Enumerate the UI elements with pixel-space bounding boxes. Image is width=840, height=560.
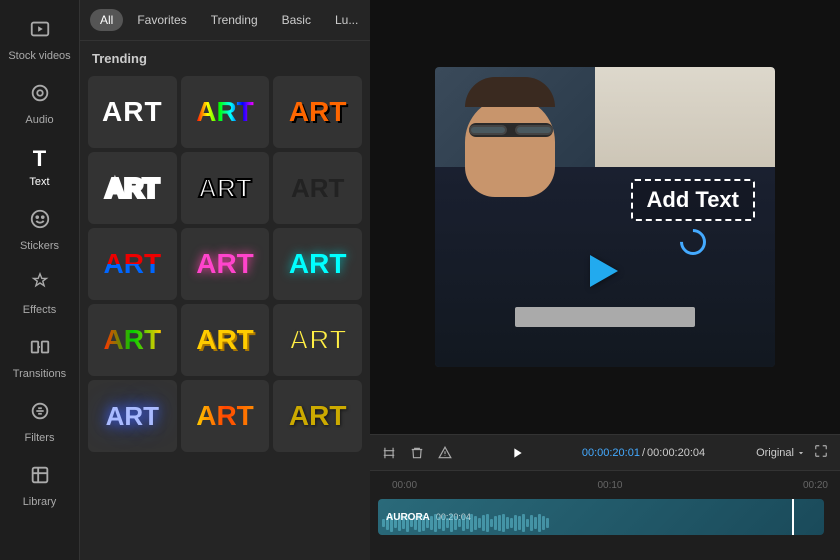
sidebar-item-filters[interactable]: Filters: [4, 390, 76, 454]
stickers-icon: [29, 208, 51, 236]
timeline-track: AURORA 00:20:04: [378, 499, 832, 535]
time-total: 00:00:20:04: [647, 447, 705, 459]
text-style-14[interactable]: ART: [181, 380, 270, 452]
text-style-11[interactable]: ART: [181, 304, 270, 376]
time-display: 00:00:20:01 / 00:00:20:04: [582, 447, 705, 459]
filters-icon: [29, 400, 51, 428]
video-preview: Add Text: [370, 0, 840, 434]
sidebar-item-library[interactable]: Library: [4, 454, 76, 518]
quality-button[interactable]: Original: [756, 447, 806, 459]
tab-favorites[interactable]: Favorites: [127, 9, 196, 31]
text-style-12[interactable]: ART: [273, 304, 362, 376]
waveform: [378, 513, 824, 533]
control-icons-left: [382, 446, 452, 460]
trim-icon[interactable]: [382, 446, 396, 460]
sidebar: Stock videos Audio T Text Stickers: [0, 0, 80, 560]
ruler-mark-1: 00:10: [537, 480, 682, 491]
main-content: All Favorites Trending Basic Lu... ▾ Tre…: [80, 0, 840, 560]
text-style-grid: ART ART ART ART ART ART: [80, 72, 370, 456]
sidebar-item-text[interactable]: T Text: [4, 136, 76, 198]
fullscreen-button[interactable]: [814, 444, 828, 461]
sidebar-item-stickers[interactable]: Stickers: [4, 198, 76, 262]
text-panel: All Favorites Trending Basic Lu... ▾ Tre…: [80, 0, 370, 560]
library-icon: [29, 464, 51, 492]
text-style-7[interactable]: ART: [88, 228, 177, 300]
play-button[interactable]: [503, 439, 531, 467]
text-style-15[interactable]: ART: [273, 380, 362, 452]
text-style-4[interactable]: ART: [88, 152, 177, 224]
sidebar-item-label: Filters: [25, 432, 55, 444]
warning-icon[interactable]: [438, 446, 452, 460]
sidebar-item-effects[interactable]: Effects: [4, 262, 76, 326]
timeline-ruler: 00:00 00:10 00:20: [378, 475, 832, 495]
text-style-13[interactable]: ART: [88, 380, 177, 452]
sidebar-item-label: Effects: [23, 304, 56, 316]
text-style-5[interactable]: ART: [181, 152, 270, 224]
preview-controls: 00:00:20:01 / 00:00:20:04 Original: [370, 434, 840, 470]
preview-area: Add Text: [370, 0, 840, 560]
effects-icon: [29, 272, 51, 300]
sidebar-item-stock-videos[interactable]: Stock videos: [4, 8, 76, 72]
content-body: All Favorites Trending Basic Lu... ▾ Tre…: [80, 0, 840, 560]
video-frame: Add Text: [435, 67, 775, 367]
sidebar-item-label: Transitions: [13, 368, 66, 380]
cursor-arrow: [590, 255, 618, 287]
sidebar-item-label: Stock videos: [8, 50, 70, 62]
clip-label: AURORA: [386, 512, 430, 523]
sidebar-item-transitions[interactable]: Transitions: [4, 326, 76, 390]
text-style-8[interactable]: ART: [181, 228, 270, 300]
filter-tabs: All Favorites Trending Basic Lu... ▾: [80, 0, 370, 41]
text-style-6[interactable]: ART: [273, 152, 362, 224]
text-style-2[interactable]: ART: [181, 76, 270, 148]
text-style-9[interactable]: ART: [273, 228, 362, 300]
time-current: 00:00:20:01: [582, 447, 640, 459]
text-style-1[interactable]: ART: [88, 76, 177, 148]
sidebar-item-label: Library: [23, 496, 57, 508]
text-style-3[interactable]: ART: [273, 76, 362, 148]
tab-basic[interactable]: Basic: [272, 9, 321, 31]
sidebar-item-label: Audio: [25, 114, 53, 126]
sidebar-item-audio[interactable]: Audio: [4, 72, 76, 136]
text-style-10[interactable]: ART: [88, 304, 177, 376]
transitions-icon: [29, 336, 51, 364]
tab-all[interactable]: All: [90, 9, 123, 31]
playhead: [792, 499, 794, 535]
tab-trending[interactable]: Trending: [201, 9, 268, 31]
ruler-mark-2: 00:20: [683, 480, 828, 491]
add-text-label: Add Text: [647, 187, 739, 212]
text-icon: T: [33, 146, 46, 172]
add-text-box[interactable]: Add Text: [631, 179, 755, 221]
section-label: Trending: [80, 41, 370, 72]
quality-label: Original: [756, 447, 794, 459]
delete-icon[interactable]: [410, 446, 424, 460]
sidebar-item-label: Stickers: [20, 240, 59, 252]
sidebar-item-label: Text: [29, 176, 49, 188]
add-text-overlay: Add Text: [631, 179, 755, 255]
tab-lu[interactable]: Lu...: [325, 9, 368, 31]
audio-icon: [29, 82, 51, 110]
timeline: 00:00 00:10 00:20 AURORA 00:20:04: [370, 470, 840, 560]
ruler-mark-0: 00:00: [392, 480, 537, 491]
rotate-handle[interactable]: [674, 224, 711, 261]
stock-videos-icon: [29, 18, 51, 46]
track-clip[interactable]: AURORA 00:20:04: [378, 499, 824, 535]
